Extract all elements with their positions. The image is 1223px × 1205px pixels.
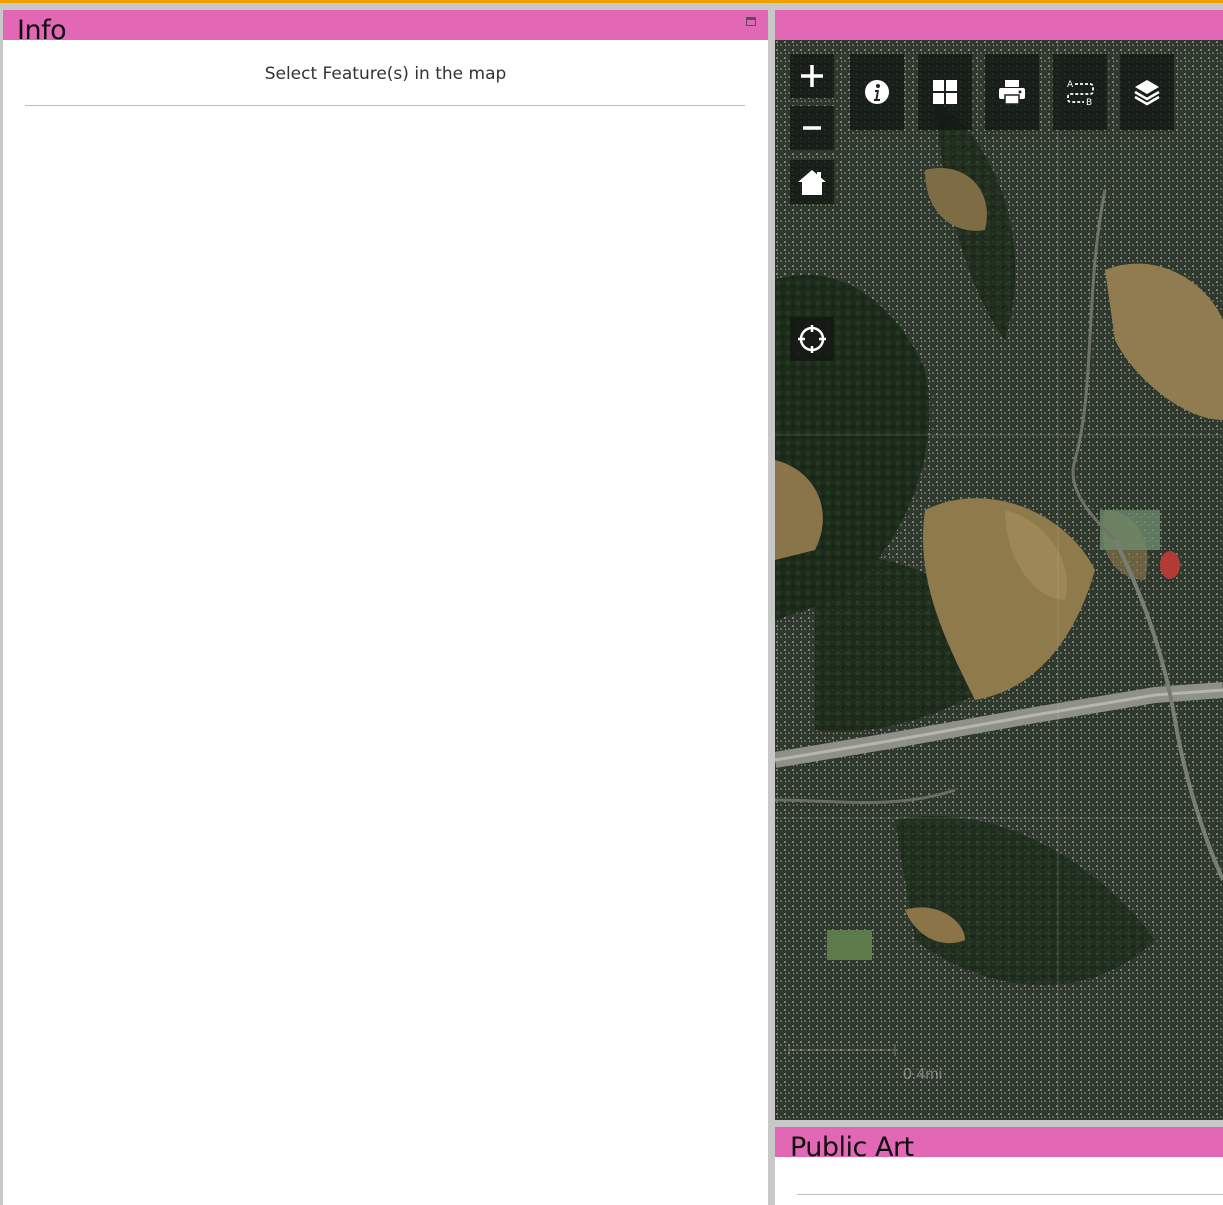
basemap-tool-button[interactable]: [918, 54, 972, 130]
printer-icon: [999, 80, 1025, 105]
info-tool-button[interactable]: [850, 54, 904, 130]
zoom-in-button[interactable]: [790, 54, 834, 98]
info-panel: Info Select Feature(s) in the map: [3, 10, 768, 1205]
print-tool-button[interactable]: [985, 54, 1039, 130]
scale-label: 0.4mi: [903, 1066, 943, 1083]
top-accent-line: [0, 0, 1223, 3]
plus-icon: [801, 65, 823, 87]
zoom-out-button[interactable]: [790, 106, 834, 150]
home-button[interactable]: [790, 160, 834, 204]
svg-text:B: B: [1086, 98, 1092, 106]
home-icon: [798, 170, 826, 195]
info-panel-header: Info: [3, 10, 768, 40]
public-art-header: Public Art: [775, 1127, 1223, 1157]
info-message: Select Feature(s) in the map: [264, 64, 507, 84]
crosshair-icon: [798, 325, 826, 353]
grid-icon: [933, 80, 957, 104]
maximize-icon[interactable]: [746, 17, 756, 26]
public-art-title: Public Art: [790, 1132, 914, 1157]
svg-text:A: A: [1067, 80, 1074, 90]
info-panel-title: Info: [17, 15, 67, 40]
map-panel: 0.4mi AB: [775, 10, 1223, 1120]
info-icon: [865, 80, 889, 104]
minus-icon: [803, 126, 821, 130]
public-art-panel: Public Art: [775, 1127, 1223, 1205]
map-panel-header: [775, 10, 1223, 40]
measure-tool-button[interactable]: AB: [1053, 54, 1107, 130]
public-art-divider: [797, 1194, 1223, 1195]
satellite-imagery: [775, 40, 1223, 1120]
layers-icon: [1134, 80, 1160, 106]
a-b-icon: AB: [1067, 80, 1094, 106]
info-divider: [25, 105, 745, 106]
locate-button[interactable]: [790, 317, 834, 361]
map-view[interactable]: 0.4mi AB: [775, 40, 1223, 1120]
layers-tool-button[interactable]: [1120, 54, 1174, 130]
